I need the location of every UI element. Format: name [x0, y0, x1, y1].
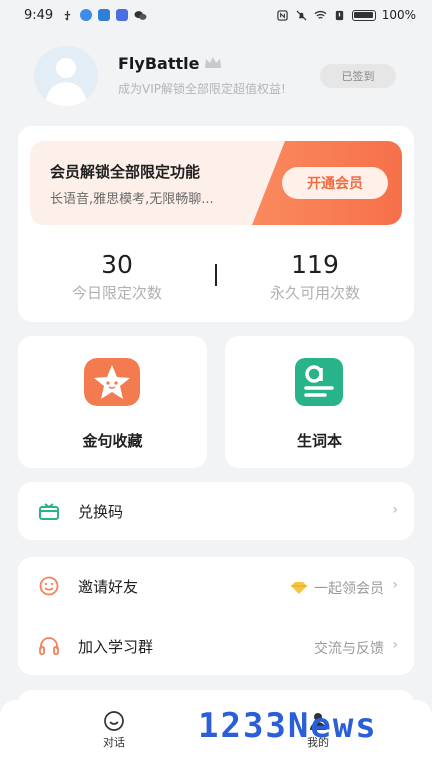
- wechat-icon: [134, 10, 147, 20]
- profile-subtitle: 成为VIP解锁全部限定超值权益!: [118, 82, 286, 96]
- mute-icon: [296, 9, 307, 21]
- notification-icons: [61, 9, 147, 21]
- avatar[interactable]: [34, 46, 98, 106]
- signal-alert-icon: [335, 10, 343, 20]
- redeem-code-row[interactable]: 兑换码 ›: [18, 482, 414, 540]
- nav-tab-chat[interactable]: 对话: [84, 710, 144, 750]
- feature-label: 金句收藏: [82, 432, 143, 450]
- app-notification-icon: [98, 9, 111, 21]
- app-notification-icon: [116, 9, 129, 21]
- row-label: 邀请好友: [78, 578, 139, 596]
- chevron-right-icon: ›: [392, 502, 398, 518]
- vip-title: 会员解锁全部限定功能: [50, 163, 201, 181]
- nfc-icon: [277, 9, 288, 21]
- vip-crown-icon: [205, 57, 221, 68]
- vip-banner[interactable]: 会员解锁全部限定功能 长语音,雅思模考,无限畅聊... 开通会员: [30, 141, 402, 225]
- chevron-right-icon: ›: [392, 637, 398, 653]
- wifi-icon: [314, 10, 327, 19]
- nav-label: 对话: [103, 736, 125, 749]
- join-study-group-row[interactable]: 加入学习群 交流与反馈 ›: [18, 617, 414, 675]
- gift-icon: [39, 503, 59, 520]
- feature-quotes-card[interactable]: 金句收藏: [18, 336, 207, 468]
- redeem-card: 兑换码 ›: [18, 482, 414, 540]
- star-icon: [84, 358, 140, 406]
- feature-vocabulary-card[interactable]: 生词本: [225, 336, 414, 468]
- headset-icon: [39, 637, 59, 655]
- system-status: 100%: [276, 8, 416, 22]
- vip-description: 长语音,雅思模考,无限畅聊...: [50, 192, 214, 207]
- invite-friends-row[interactable]: 邀请好友 一起领会员 ›: [18, 557, 414, 615]
- usb-icon: [64, 10, 71, 21]
- row-trailing: 交流与反馈: [314, 638, 384, 658]
- vip-card: 会员解锁全部限定功能 长语音,雅思模考,无限畅聊... 开通会员 30 今日限定…: [18, 126, 414, 322]
- row-trailing-text: 一起领会员: [314, 581, 384, 597]
- watermark: 1233News: [198, 706, 378, 746]
- stat-label: 永久可用次数: [269, 284, 360, 302]
- battery-percent: 100%: [381, 8, 416, 22]
- stat-permanent: 119 永久可用次数: [216, 250, 414, 303]
- vocabulary-book-icon: [295, 358, 343, 406]
- row-trailing-text: 交流与反馈: [314, 641, 384, 657]
- status-bar: 9:49 100%: [0, 0, 432, 30]
- stat-value: 119: [291, 250, 339, 279]
- profile-header: FlyBattle 成为VIP解锁全部限定超值权益! 已签到: [34, 46, 414, 106]
- open-vip-button[interactable]: 开通会员: [282, 167, 388, 199]
- avatar-head: [56, 58, 76, 78]
- username[interactable]: FlyBattle: [118, 54, 199, 73]
- avatar-body: [46, 82, 86, 106]
- battery-icon: [351, 9, 376, 21]
- feature-label: 生词本: [296, 432, 342, 450]
- row-trailing: 一起领会员: [290, 578, 384, 598]
- row-label: 兑换码: [78, 503, 124, 521]
- row-label: 加入学习群: [78, 638, 154, 656]
- status-time: 9:49: [24, 7, 54, 23]
- chevron-right-icon: ›: [392, 577, 398, 593]
- stat-label: 今日限定次数: [71, 284, 162, 302]
- signed-in-button[interactable]: 已签到: [320, 64, 396, 88]
- stat-value: 30: [101, 250, 133, 279]
- smile-icon: [39, 576, 59, 596]
- stat-daily-limit: 30 今日限定次数: [18, 250, 216, 303]
- chat-smile-icon: [104, 711, 124, 731]
- diamond-icon: [291, 582, 307, 594]
- app-notification-icon: [80, 9, 93, 21]
- menu-card: 邀请好友 一起领会员 › 加入学习群 交流与反馈 ›: [18, 557, 414, 675]
